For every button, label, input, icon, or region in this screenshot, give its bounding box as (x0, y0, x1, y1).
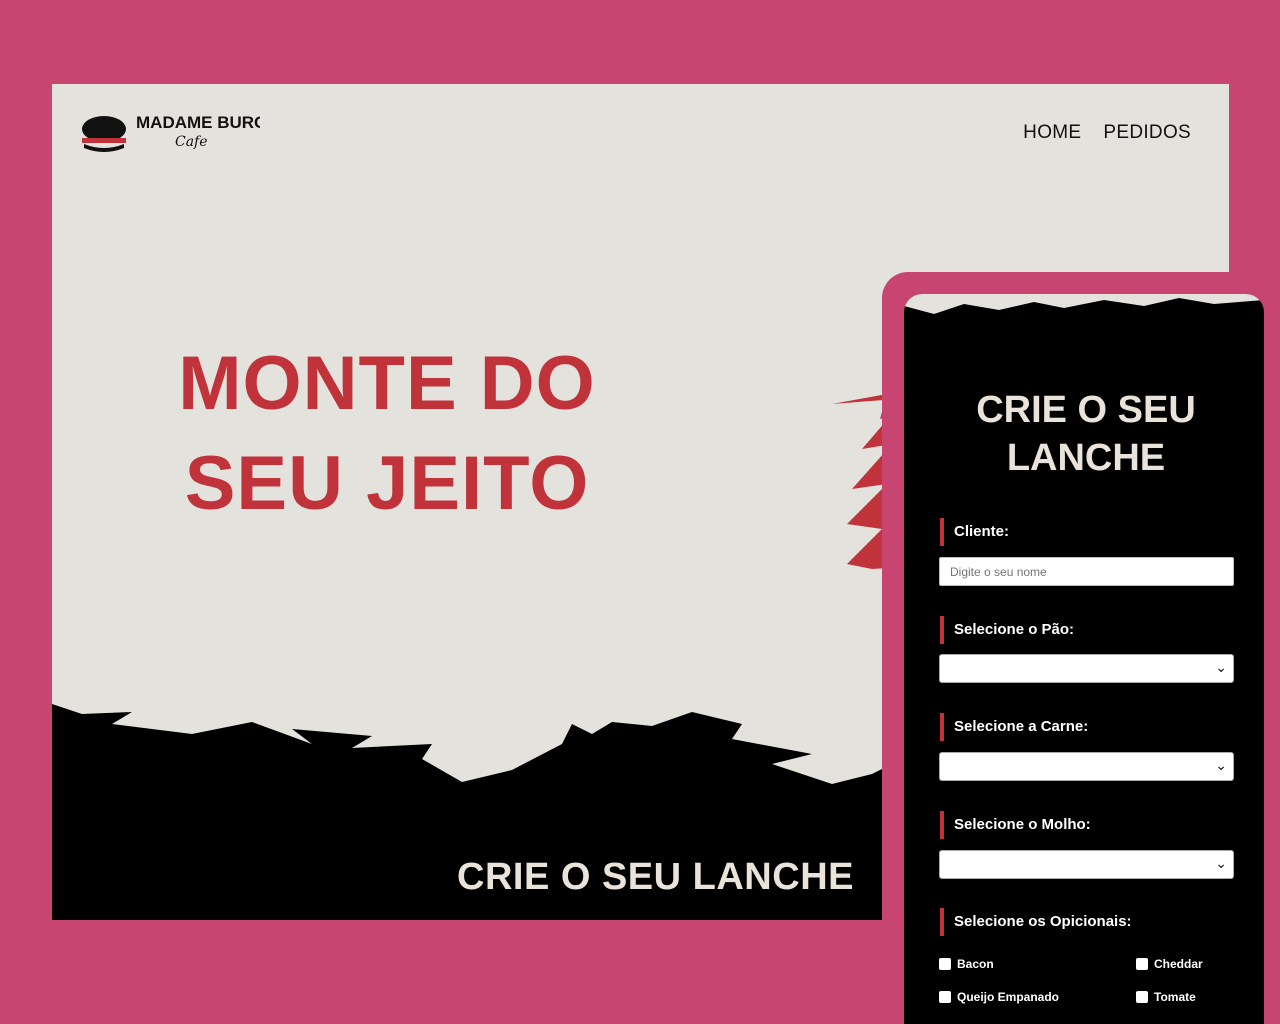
molho-select[interactable]: ⌄ (939, 850, 1234, 879)
checkbox[interactable] (939, 958, 951, 970)
nav-pedidos[interactable]: PEDIDOS (1103, 122, 1191, 144)
opcionais-label: Selecione os Opicionais: (940, 908, 1132, 936)
form-title-line-1: CRIE O SEU (976, 389, 1196, 431)
checkbox[interactable] (1136, 958, 1148, 970)
form-title: CRIE O SEU LANCHE (904, 386, 1264, 482)
opcional-cheddar[interactable]: Cheddar (1136, 957, 1203, 971)
pao-select[interactable]: ⌄ (939, 654, 1234, 683)
molho-label: Selecione o Molho: (940, 811, 1091, 839)
screen-torn-edge (904, 294, 1264, 334)
hero-line-1: MONTE DO (178, 341, 596, 426)
opcional-label: Cheddar (1154, 957, 1203, 971)
brand-logo[interactable]: MADAME BURGER Cafe (80, 104, 260, 164)
opcional-queijo-empanado[interactable]: Queijo Empanado (939, 990, 1059, 1004)
chevron-down-icon: ⌄ (1215, 855, 1227, 871)
hero-cta[interactable]: CRIE O SEU LANCHE (457, 856, 854, 899)
form-title-line-2: LANCHE (1006, 437, 1166, 479)
hero-title: MONTE DO SEU JEITO (172, 334, 602, 534)
phone-screen: CRIE O SEU LANCHE Cliente: Selecione o P… (904, 294, 1264, 1024)
nav-home[interactable]: HOME (1023, 122, 1081, 144)
opcional-label: Queijo Empanado (957, 990, 1060, 1004)
chevron-down-icon: ⌄ (1215, 757, 1227, 773)
pao-label: Selecione o Pão: (940, 616, 1074, 644)
cliente-input[interactable] (939, 557, 1234, 586)
checkbox[interactable] (939, 991, 951, 1003)
opcional-tomate[interactable]: Tomate (1136, 990, 1196, 1004)
cliente-label: Cliente: (940, 518, 1009, 546)
carne-label: Selecione a Carne: (940, 713, 1088, 741)
hero-line-2: SEU JEITO (184, 441, 590, 526)
carne-select[interactable]: ⌄ (939, 752, 1234, 781)
opcional-label: Tomate (1154, 990, 1196, 1004)
opcional-label: Bacon (957, 957, 994, 971)
brand-name: MADAME BURGER (136, 113, 260, 132)
checkbox[interactable] (1136, 991, 1148, 1003)
chevron-down-icon: ⌄ (1215, 659, 1227, 675)
main-nav: HOME PEDIDOS (1023, 122, 1191, 144)
brand-sub: Cafe (175, 134, 208, 150)
opcional-bacon[interactable]: Bacon (939, 957, 994, 971)
